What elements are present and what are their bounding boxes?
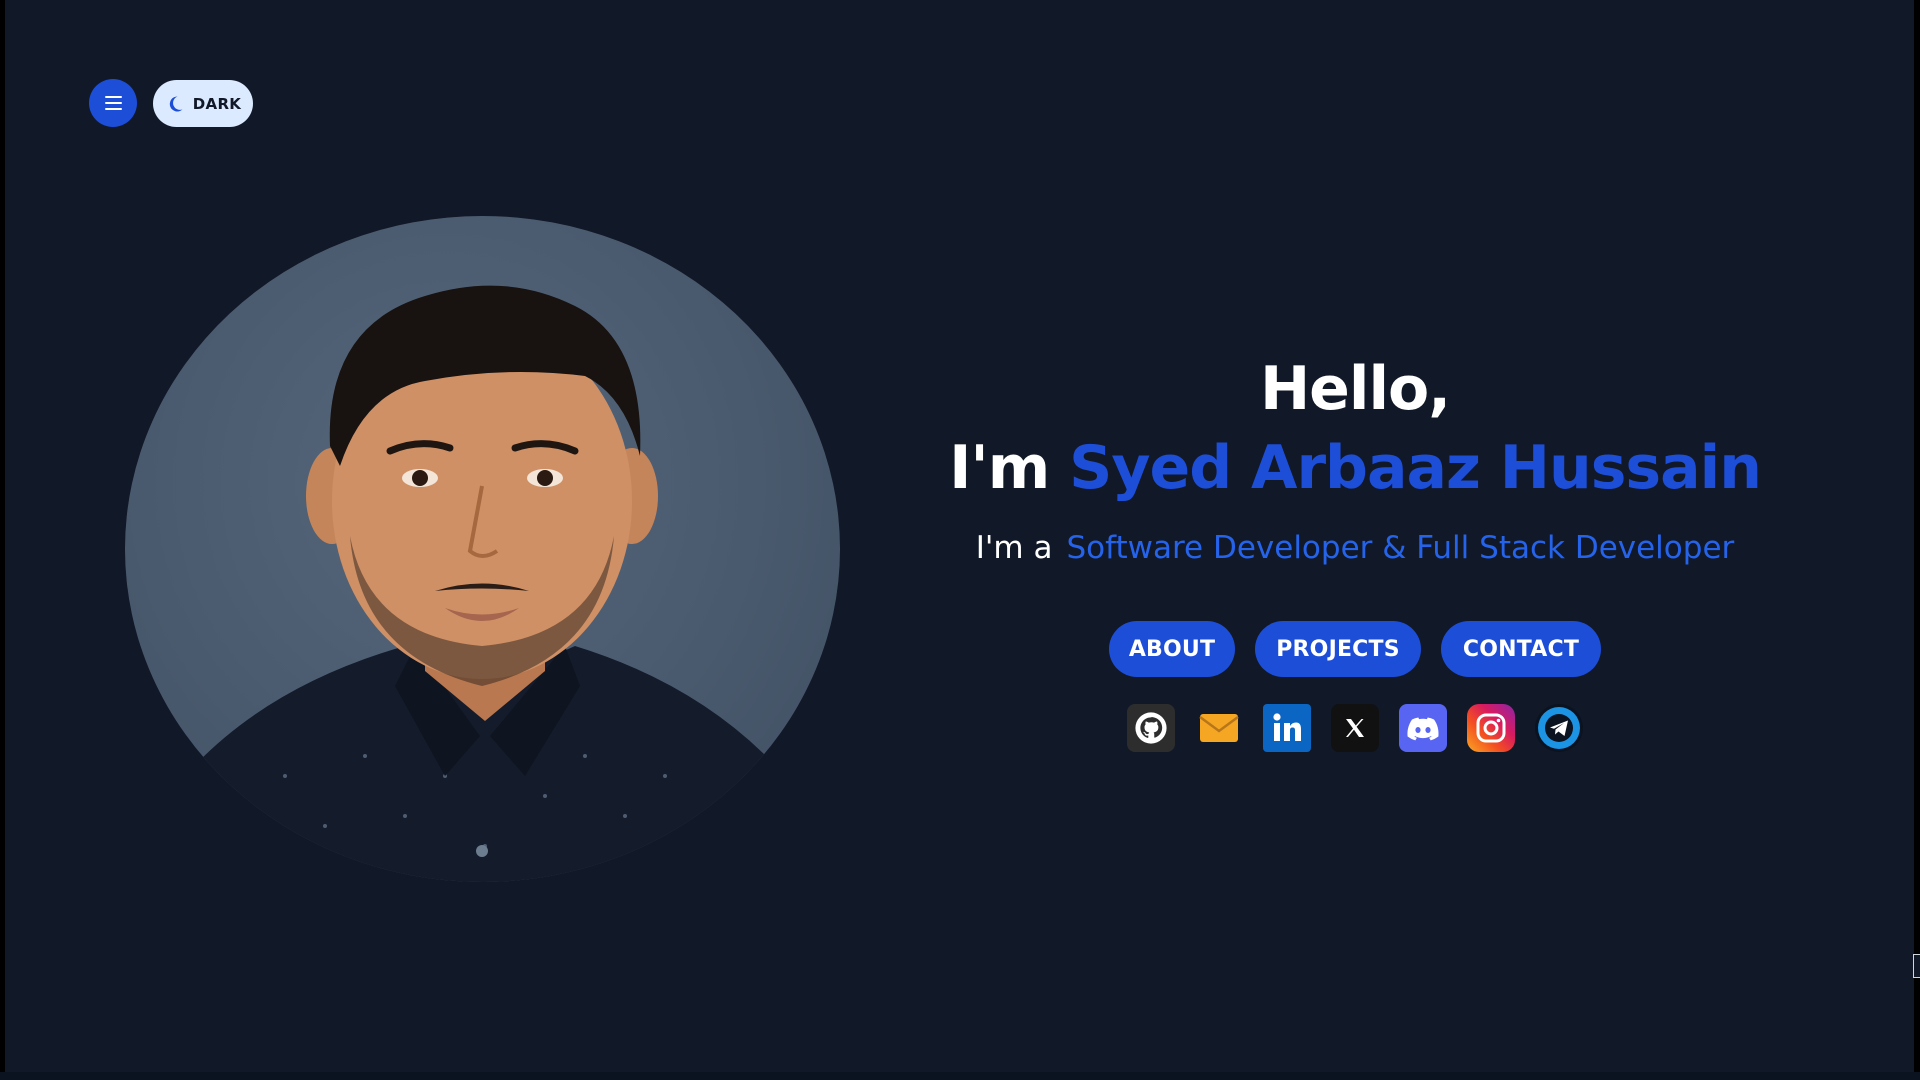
greeting-heading: Hello, <box>1259 354 1451 424</box>
profile-photo <box>125 216 840 882</box>
theme-toggle-label: DARK <box>192 94 242 113</box>
email-link[interactable] <box>1195 704 1243 752</box>
github-link[interactable] <box>1127 704 1175 752</box>
telegram-link[interactable] <box>1535 704 1583 752</box>
window-bottom-edge <box>0 1072 1920 1080</box>
hero-section: Hello, I'm Syed Arbaaz Hussain I'm a Soft… <box>930 350 1780 570</box>
profile-portrait-illustration <box>125 285 840 882</box>
menu-button[interactable] <box>89 79 137 127</box>
x-twitter-link[interactable] <box>1331 704 1379 752</box>
discord-icon <box>1407 717 1439 741</box>
contact-button[interactable]: CONTACT <box>1441 621 1601 677</box>
linkedin-link[interactable] <box>1263 704 1311 752</box>
moon-icon <box>169 95 183 111</box>
instagram-link[interactable] <box>1467 704 1515 752</box>
theme-toggle-button[interactable]: DARK <box>153 80 253 127</box>
instagram-icon <box>1476 713 1506 743</box>
role-line: I'm a Software Developer & Full Stack Dev… <box>930 526 1780 570</box>
telegram-icon <box>1538 707 1580 749</box>
x-icon <box>1346 719 1364 737</box>
name-heading: I'm Syed Arbaaz Hussain <box>930 428 1780 508</box>
linkedin-icon <box>1273 713 1301 741</box>
discord-link[interactable] <box>1399 704 1447 752</box>
social-links <box>1127 704 1583 752</box>
github-icon <box>1135 712 1167 744</box>
window-resize-handle[interactable] <box>1913 954 1920 978</box>
developer-name: Syed Arbaaz Hussain <box>1069 433 1762 503</box>
hamburger-icon <box>104 96 122 110</box>
role-prefix: I'm a <box>975 530 1053 566</box>
intro-prefix: I'm <box>949 433 1050 503</box>
projects-button[interactable]: PROJECTS <box>1255 621 1421 677</box>
hero-button-row: ABOUT PROJECTS CONTACT <box>1109 621 1601 677</box>
about-button[interactable]: ABOUT <box>1109 621 1235 677</box>
role-text: Software Developer & Full Stack Develope… <box>1066 530 1735 566</box>
email-icon <box>1199 714 1239 742</box>
